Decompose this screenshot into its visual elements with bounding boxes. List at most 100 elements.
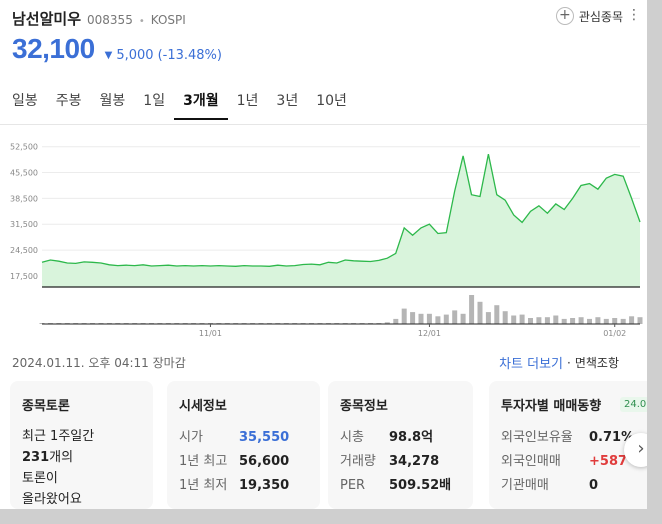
change-amount: 5,000 [116, 48, 154, 63]
disclaimer-link[interactable]: 면책조항 [575, 354, 619, 371]
more-menu-icon[interactable]: ⋮ [627, 8, 641, 22]
volume-bar [469, 295, 475, 324]
discussion-count-line: 231개의 [22, 447, 141, 468]
separator-dot: • [138, 16, 145, 27]
tab-daily[interactable]: 일봉 [11, 90, 47, 120]
quote-value: 56,600 [239, 454, 290, 469]
y-tick-label: 38,500 [10, 194, 38, 203]
volume-bar [511, 315, 517, 324]
quote-row-open: 시가 35,550 [179, 426, 308, 450]
discussion-panel[interactable]: 종목토론 최근 1주일간 231개의 토론이 올라왔어요 [10, 381, 153, 509]
info-key: 시총 [340, 430, 364, 445]
y-tick-label: 31,500 [10, 220, 38, 229]
tab-weekly[interactable]: 주봉 [47, 90, 91, 120]
tab-1year[interactable]: 1년 [228, 90, 268, 120]
volume-bar [620, 318, 626, 324]
volume-bar [443, 314, 449, 324]
current-price: 32,100 [12, 33, 95, 64]
discussion-title: 종목토론 [22, 399, 70, 414]
quote-value: 19,350 [239, 478, 290, 493]
volume-bar [519, 314, 525, 324]
volume-bar [553, 315, 559, 324]
quote-key: 1년 최저 [179, 478, 228, 493]
investor-key: 외국인보유율 [501, 430, 573, 445]
volume-bar [578, 317, 584, 324]
stock-name[interactable]: 남선알미우 [12, 8, 81, 29]
discussion-line3: 토론이 [22, 471, 58, 486]
volume-bar [544, 317, 550, 324]
tab-monthly[interactable]: 월봉 [91, 90, 135, 120]
volume-bar [637, 317, 643, 324]
volume-bar [418, 313, 424, 324]
investor-value: 0 [589, 478, 599, 493]
market-label: KOSPI [150, 13, 186, 27]
x-tick-label: 12/01 [418, 329, 441, 338]
tab-divider [0, 124, 647, 125]
price-area [42, 154, 640, 287]
x-tick-label: 01/02 [603, 329, 626, 338]
volume-bar [595, 317, 601, 324]
period-tabs: 일봉 주봉 월봉 1일 3개월 1년 3년 10년 [11, 90, 356, 120]
y-tick-label: 52,500 [10, 143, 38, 152]
volume-bar [528, 318, 533, 324]
volume-bar [410, 312, 416, 324]
volume-bar [629, 316, 635, 324]
stock-card: 남선알미우 008355 • KOSPI + 관심종목 ⋮ 32,100 ▼ 5… [0, 0, 647, 509]
info-value: 34,278 [389, 454, 440, 469]
price-change: ▼ 5,000 (-13.48%) [105, 48, 222, 63]
timestamp: 2024.01.11. 오후 04:11 장마감 [12, 356, 186, 370]
investor-value: +587 [589, 454, 628, 469]
volume-bar [536, 317, 542, 324]
investor-row-institution: 기관매매 0 [501, 474, 647, 498]
link-separator: · [567, 355, 571, 370]
info-panel[interactable]: 종목정보 시총 98.8억 거래량 34,278 PER 509.52배 [328, 381, 473, 509]
watchlist-label: 관심종목 [578, 9, 623, 24]
quote-row-high: 1년 최고 56,600 [179, 450, 308, 474]
volume-bar [452, 310, 458, 324]
price-chart[interactable]: 52,500 45,500 38,500 31,500 24,500 17,500 11/0… [0, 135, 647, 340]
change-percent: (-13.48%) [157, 48, 222, 63]
volume-bar [460, 313, 466, 324]
investor-key: 기관매매 [501, 478, 549, 493]
volume-bar [603, 318, 609, 324]
quote-title: 시세정보 [179, 399, 227, 414]
volume-bar [401, 308, 407, 324]
investor-key: 외국인매매 [501, 454, 561, 469]
tab-3years[interactable]: 3년 [267, 90, 307, 120]
date-badge: 24.01.1 [620, 397, 647, 412]
discussion-line4: 올라왔어요 [22, 492, 82, 507]
tab-1day[interactable]: 1일 [134, 90, 174, 120]
tab-10years[interactable]: 10년 [307, 90, 356, 120]
y-tick-label: 17,500 [10, 272, 38, 281]
down-arrow-icon: ▼ [104, 50, 113, 61]
discussion-count-suffix: 개의 [49, 450, 74, 465]
volume-bar [570, 318, 576, 324]
chart-links: 차트 더보기 · 면책조항 [499, 353, 619, 373]
quote-panel[interactable]: 시세정보 시가 35,550 1년 최고 56,600 1년 최저 19,350 [167, 381, 320, 509]
volume-bar [435, 316, 441, 324]
quote-value: 35,550 [239, 430, 290, 445]
info-row-cap: 시총 98.8억 [340, 426, 461, 450]
info-row-per: PER 509.52배 [340, 474, 461, 498]
tab-3months[interactable]: 3개월 [174, 90, 228, 120]
discussion-line1: 최근 1주일간 [22, 429, 95, 444]
info-key: PER [340, 478, 366, 493]
chart-more-link[interactable]: 차트 더보기 [499, 353, 563, 372]
stock-header: 남선알미우 008355 • KOSPI [12, 8, 186, 29]
watchlist-button[interactable]: + 관심종목 [555, 7, 623, 25]
x-tick-label: 11/01 [199, 329, 222, 338]
discussion-count: 231 [22, 450, 50, 465]
stock-code: 008355 [87, 13, 133, 27]
volume-bar [393, 318, 399, 324]
plus-icon: + [555, 7, 574, 25]
info-value: 98.8억 [389, 430, 434, 445]
volume-bar [477, 301, 483, 324]
price-row: 32,100 ▼ 5,000 (-13.48%) [12, 33, 222, 65]
volume-bar [502, 311, 508, 324]
quote-row-low: 1년 최저 19,350 [179, 474, 308, 498]
volume-bar [426, 313, 432, 324]
y-tick-label: 45,500 [10, 169, 38, 178]
info-row-volume: 거래량 34,278 [340, 450, 461, 474]
volume-bar [612, 318, 618, 324]
volume-bar [485, 312, 491, 324]
